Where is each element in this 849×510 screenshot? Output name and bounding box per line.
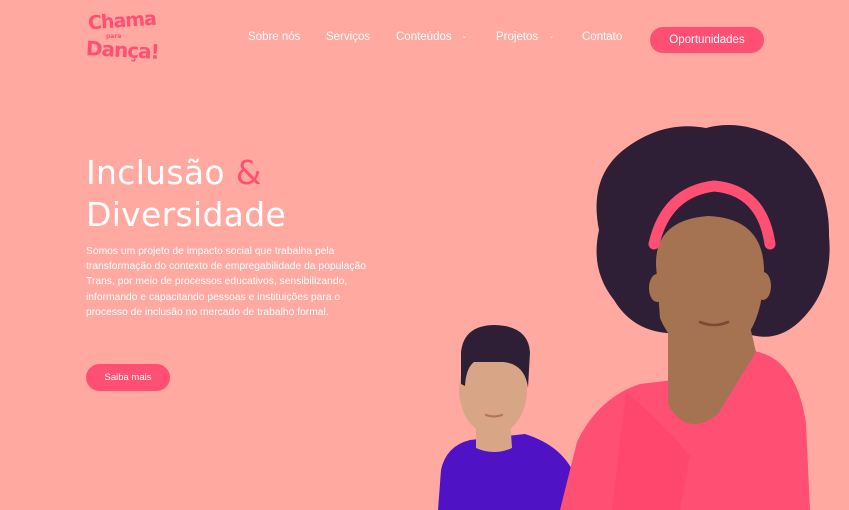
woman-figure (560, 125, 830, 510)
man-figure (438, 325, 586, 510)
hero-illustration (438, 125, 830, 510)
woman-right-ear (755, 272, 771, 300)
page: Chama para Dança! Sobre nós Serviços Con… (0, 0, 849, 510)
woman-left-ear (649, 274, 665, 302)
